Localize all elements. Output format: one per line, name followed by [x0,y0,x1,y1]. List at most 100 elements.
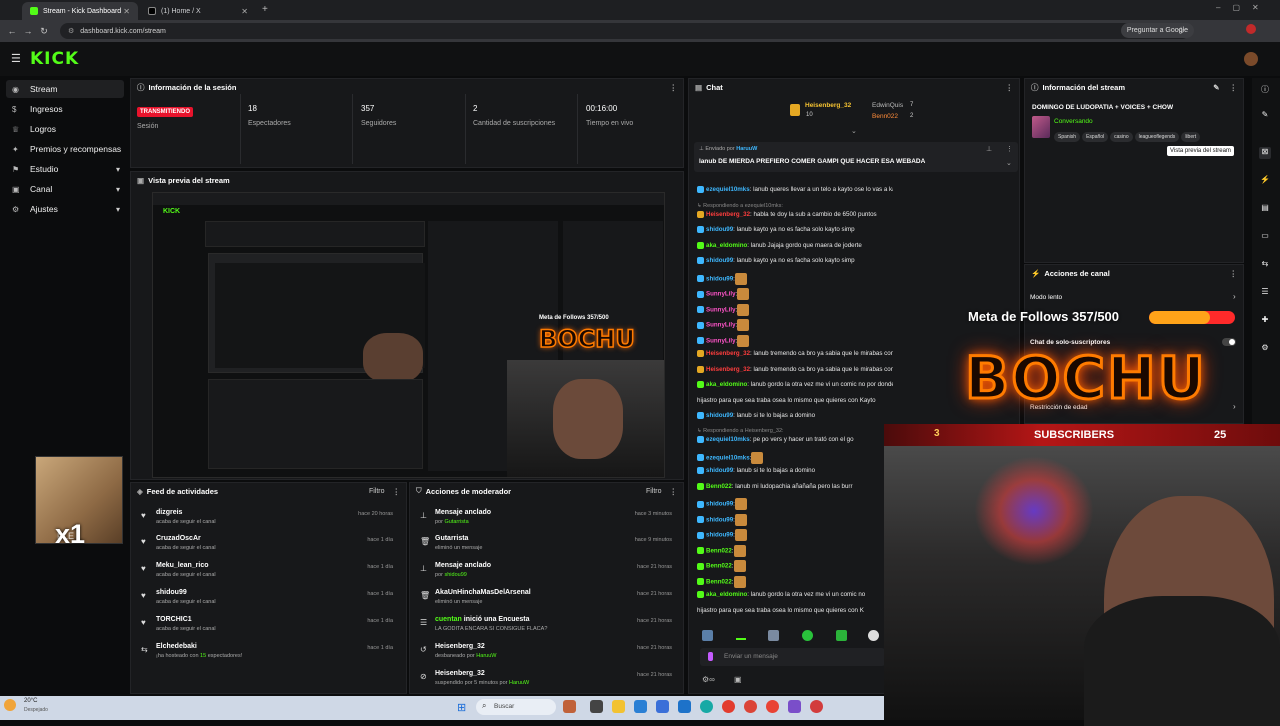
mod-item[interactable]: 🗑 AkaUnHinchaMasDelArsenal eliminó un mens… [410,587,680,613]
taskbar-app-icon[interactable] [788,700,801,713]
forward-icon[interactable]: → [20,26,36,36]
chat-icon[interactable]: ▭ [1259,231,1271,243]
chat-username[interactable]: ezequiel10mks [706,454,750,461]
chat-message[interactable]: shidou99: [697,513,893,528]
feed-item[interactable]: ⇆ Elchedebaki ¡ha hosteado con 15 espectad… [131,641,401,667]
chat-message[interactable]: SunnyLily: [697,288,893,302]
feed-item[interactable]: ♥ TORCHIC1 acaba de seguir el canal hace 1 … [131,614,401,640]
chat-message[interactable]: ezequiel10mks: [697,451,893,466]
taskbar-app-icon[interactable] [634,700,647,713]
feed-item[interactable]: ♥ shidou99 acaba de seguir el canal hace 1 … [131,587,401,613]
chat-input[interactable]: Enviar un mensaje [700,648,885,666]
taskbar-app-icon[interactable] [700,700,713,713]
document-icon[interactable]: ▤ [1259,203,1271,215]
chat-message[interactable]: Heisenberg_32: habla te doy la sub a cam… [697,210,893,219]
chat-reply-indicator[interactable]: ↳ Respondiendo a Heisenberg_32: [697,427,893,435]
taskbar-search[interactable]: ⌕ Buscar [476,699,556,715]
chat-username[interactable]: shidou99 [706,532,733,539]
chat-username[interactable]: Benn022 [706,563,732,570]
mod-filter-button[interactable]: Filtro [646,488,662,495]
taskbar-app-icon[interactable] [722,700,735,713]
chevron-down-icon[interactable]: ⌄ [1006,159,1012,167]
taskbar-app-icon[interactable] [766,700,779,713]
chat-username[interactable]: shidou99 [706,467,733,474]
browser-tab-x[interactable]: (1) Home / X ✕ [140,2,256,20]
emote-icon[interactable] [836,630,847,641]
chat-message[interactable]: ezequiel10mks: pe po vers y hacer un tra… [697,436,893,444]
chat-username[interactable]: aka_eldomino [706,591,747,598]
chat-message[interactable]: shidou99: [697,529,893,543]
leaderboard-first[interactable]: Heisenberg_32 [805,102,851,109]
chevron-right-icon[interactable]: › [1233,292,1236,301]
chat-message[interactable]: shidou99: lanub kayto ya no es facha sol… [697,257,893,265]
emote-icon[interactable] [768,630,779,641]
back-icon[interactable]: ← [4,26,20,36]
chat-message[interactable]: shidou99: lanub kayto ya no es facha sol… [697,226,893,234]
leaderboard-second[interactable]: EdwinQuis [872,102,903,109]
windows-start-icon[interactable]: ⊞ [457,701,466,714]
sidebar-item-stream[interactable]: ◉ Stream [6,80,124,98]
close-tab-icon[interactable]: ✕ [123,7,130,16]
chat-message[interactable]: Benn022: lanub mi ludopachia añañaña per… [697,482,893,491]
chat-username[interactable]: aka_eldomino [706,242,747,249]
window-controls[interactable]: –▢✕ [1216,3,1271,12]
more-options-icon[interactable]: ⋮ [393,487,401,496]
chat-reply-indicator[interactable]: ↳ Respondiendo a ezequiel10mks: [697,202,893,210]
chat-username[interactable]: shidou99 [706,501,733,508]
chat-message[interactable]: SunnyLily: [697,319,893,333]
mod-item[interactable]: ⊥ Mensaje anclado por Gutarrista hace 3 min… [410,507,680,533]
category-link[interactable]: Conversando [1054,118,1093,125]
taskbar-app-icon[interactable] [656,700,669,713]
site-info-icon[interactable]: ⚙ [68,27,74,35]
tag[interactable]: Spanish [1054,132,1081,142]
browser-tab-kick[interactable]: Stream - Kick Dashboard ✕ [22,2,138,20]
chat-message[interactable]: shidou99: [697,272,893,287]
feed-item[interactable]: ♥ Meku_lean_rico acaba de seguir el canal h… [131,560,401,586]
chat-username[interactable]: shidou99 [706,412,733,419]
chat-username[interactable]: shidou99 [706,257,733,264]
chat-message[interactable]: Benn022: [697,544,893,559]
mod-item[interactable]: 🗑 Gutarrista eliminó un mensaje hace 9 minu… [410,533,680,559]
chat-message[interactable]: shidou99: lanub si te lo bajas a domino [697,411,893,420]
taskbar-app-icon[interactable] [563,700,576,713]
chat-message-continuation[interactable]: hijastro para que sea traba osea lo mism… [697,607,893,615]
mod-item[interactable]: ⊥ Mensaje anclado por shidou99 hace 21 hora… [410,560,680,586]
profile-avatar[interactable] [1246,24,1256,34]
chat-username[interactable]: aka_eldomino [706,381,747,388]
chat-username[interactable]: SunnyLily [706,291,736,298]
sidebar-item-ingresos[interactable]: $ Ingresos [6,100,124,118]
emote-icon[interactable] [702,630,713,641]
info-icon[interactable]: ⓘ [1259,84,1271,96]
sidebar-item-canal[interactable]: ▣ Canal ▾ [6,180,124,198]
chat-settings-icon[interactable]: ⚙∞ [702,675,715,684]
chat-message[interactable]: Benn022: [697,575,893,590]
taskbar-app-icon[interactable] [744,700,757,713]
unpin-icon[interactable]: ⊥ [986,145,992,153]
taskbar-app-icon[interactable] [810,700,823,713]
sidebar-item-premios[interactable]: ✦ Premios y recompensas [6,140,124,158]
subscriber-only-toggle[interactable] [1222,338,1236,346]
chevron-right-icon[interactable]: › [1233,402,1236,411]
chat-message[interactable]: Heisenberg_32: lanub tremendo ca bro ya … [697,365,893,374]
url-field[interactable]: ⚙ dashboard.kick.com/stream [60,23,1190,39]
more-options-icon[interactable]: ⋮ [670,83,678,92]
mod-item[interactable]: ☰ cuentan inició una Encuesta LA GODITA EN… [410,614,680,640]
chat-message-continuation[interactable]: hijastro para que sea traba osea lo mism… [697,397,893,405]
chat-message[interactable]: aka_eldomino: lanub gordo la otra vez me… [697,591,893,599]
mod-item[interactable]: ⊘ Heisenberg_32 suspendido por 5 minutos p… [410,668,680,694]
more-options-icon[interactable]: ⋮ [1230,269,1238,278]
sidebar-item-ajustes[interactable]: ⚙ Ajustes ▾ [6,200,124,218]
emote-icon[interactable] [736,638,746,640]
chat-username[interactable]: Benn022 [706,578,732,585]
feed-item[interactable]: ♥ dizgreis acaba de seguir el canal hace 20… [131,507,401,533]
tag[interactable]: leagueoflegends [1134,132,1180,142]
taskbar-app-icon[interactable] [612,700,625,713]
mod-item[interactable]: ↺ Heisenberg_32 desbaneado por HaruuW hace … [410,641,680,667]
chat-message[interactable]: shidou99: lanub si te lo bajas a domino [697,467,893,475]
bookmark-star-icon[interactable]: ☆ [1177,25,1185,36]
tag[interactable]: Español [1082,132,1109,142]
gear-icon[interactable]: ⚙ [1259,343,1271,355]
chat-message[interactable]: ezequiel10mks: lanub queres llevar a un … [697,186,893,194]
kick-logo[interactable]: KICK [30,49,79,69]
tag[interactable]: casino [1110,132,1133,142]
